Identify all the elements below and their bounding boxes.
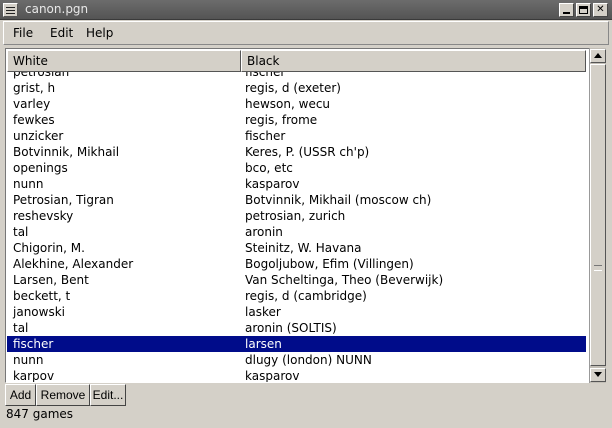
menu-edit[interactable]: Edit <box>50 26 73 40</box>
column-header-black[interactable]: Black <box>241 50 586 72</box>
games-list-rows[interactable]: petrosian fischer grist, h regis, d (exeter… <box>7 64 586 382</box>
cell-black: petrosian, zurich <box>245 209 346 223</box>
edit-button[interactable]: Edit... <box>90 384 126 406</box>
cell-white: nunn <box>13 353 44 367</box>
minimize-button[interactable] <box>559 3 574 17</box>
column-header-white[interactable]: White <box>7 50 241 72</box>
table-row[interactable]: Petrosian, Tigran Botvinnik, Mikhail (mos… <box>7 192 586 208</box>
close-button[interactable]: ✕ <box>593 3 608 17</box>
cell-white: openings <box>13 161 68 175</box>
cell-white: fewkes <box>13 113 55 127</box>
cell-black: kasparov <box>245 177 300 191</box>
scroll-down-arrow-icon[interactable] <box>590 368 606 382</box>
cell-black: lasker <box>245 305 281 319</box>
table-row[interactable]: karpov kasparov <box>7 368 586 382</box>
cell-white: karpov <box>13 369 55 382</box>
table-row[interactable]: varley hewson, wecu <box>7 96 586 112</box>
cell-black: Botvinnik, Mikhail (moscow ch) <box>245 193 432 207</box>
scrollbar-thumb[interactable] <box>590 64 606 366</box>
cell-white: Larsen, Bent <box>13 273 89 287</box>
table-row[interactable]: nunn dlugy (london) NUNN <box>7 352 586 368</box>
cell-black: kasparov <box>245 369 300 382</box>
table-row[interactable]: fischer larsen <box>7 336 586 352</box>
title-bar[interactable]: canon.pgn ✕ <box>0 0 612 20</box>
scroll-up-arrow-icon[interactable] <box>590 49 606 63</box>
cell-black: Bogoljubow, Efim (Villingen) <box>245 257 414 271</box>
cell-white: fischer <box>13 337 54 351</box>
cell-black: Steinitz, W. Havana <box>245 241 362 255</box>
remove-button[interactable]: Remove <box>36 384 90 406</box>
table-row[interactable]: grist, h regis, d (exeter) <box>7 80 586 96</box>
games-list[interactable]: petrosian fischer grist, h regis, d (exeter… <box>5 48 606 383</box>
table-row[interactable]: openings bco, etc <box>7 160 586 176</box>
cell-white: grist, h <box>13 81 56 95</box>
window-title: canon.pgn <box>25 2 89 16</box>
cell-white: beckett, t <box>13 289 71 303</box>
menu-help[interactable]: Help <box>86 26 113 40</box>
cell-white: tal <box>13 321 29 335</box>
cell-white: tal <box>13 225 29 239</box>
cell-white: Alekhine, Alexander <box>13 257 134 271</box>
table-row[interactable]: janowski lasker <box>7 304 586 320</box>
cell-black: larsen <box>245 337 282 351</box>
window-menu-icon[interactable] <box>3 3 18 17</box>
cell-black: regis, d (cambridge) <box>245 289 367 303</box>
cell-black: hewson, wecu <box>245 97 331 111</box>
cell-white: Botvinnik, Mikhail <box>13 145 120 159</box>
cell-white: unzicker <box>13 129 64 143</box>
cell-white: nunn <box>13 177 44 191</box>
cell-white: reshevsky <box>13 209 74 223</box>
cell-white: Chigorin, M. <box>13 241 85 255</box>
vertical-scrollbar[interactable] <box>589 48 606 383</box>
table-row[interactable]: reshevsky petrosian, zurich <box>7 208 586 224</box>
cell-black: dlugy (london) NUNN <box>245 353 372 367</box>
cell-black: regis, d (exeter) <box>245 81 341 95</box>
cell-white: varley <box>13 97 51 111</box>
menu-file[interactable]: File <box>13 26 33 40</box>
table-row[interactable]: tal aronin <box>7 224 586 240</box>
table-row[interactable]: unzicker fischer <box>7 128 586 144</box>
cell-black: Keres, P. (USSR ch'p) <box>245 145 370 159</box>
cell-black: bco, etc <box>245 161 293 175</box>
table-row[interactable]: Chigorin, M. Steinitz, W. Havana <box>7 240 586 256</box>
table-row[interactable]: tal aronin (SOLTIS) <box>7 320 586 336</box>
status-bar: 847 games <box>6 407 74 421</box>
table-row[interactable]: fewkes regis, frome <box>7 112 586 128</box>
add-button[interactable]: Add <box>5 384 36 406</box>
cell-black: Van Scheltinga, Theo (Beverwijk) <box>245 273 444 287</box>
cell-black: regis, frome <box>245 113 318 127</box>
table-row[interactable]: nunn kasparov <box>7 176 586 192</box>
maximize-button[interactable] <box>576 3 591 17</box>
cell-black: aronin (SOLTIS) <box>245 321 337 335</box>
table-row[interactable]: Alekhine, Alexander Bogoljubow, Efim (Vil… <box>7 256 586 272</box>
table-row[interactable]: Larsen, Bent Van Scheltinga, Theo (Beverw… <box>7 272 586 288</box>
table-row[interactable]: Botvinnik, Mikhail Keres, P. (USSR ch'p) <box>7 144 586 160</box>
cell-white: janowski <box>13 305 65 319</box>
cell-black: aronin <box>245 225 283 239</box>
table-row[interactable]: beckett, t regis, d (cambridge) <box>7 288 586 304</box>
cell-white: Petrosian, Tigran <box>13 193 114 207</box>
menu-bar: File Edit Help <box>3 21 609 45</box>
cell-black: fischer <box>245 129 286 143</box>
